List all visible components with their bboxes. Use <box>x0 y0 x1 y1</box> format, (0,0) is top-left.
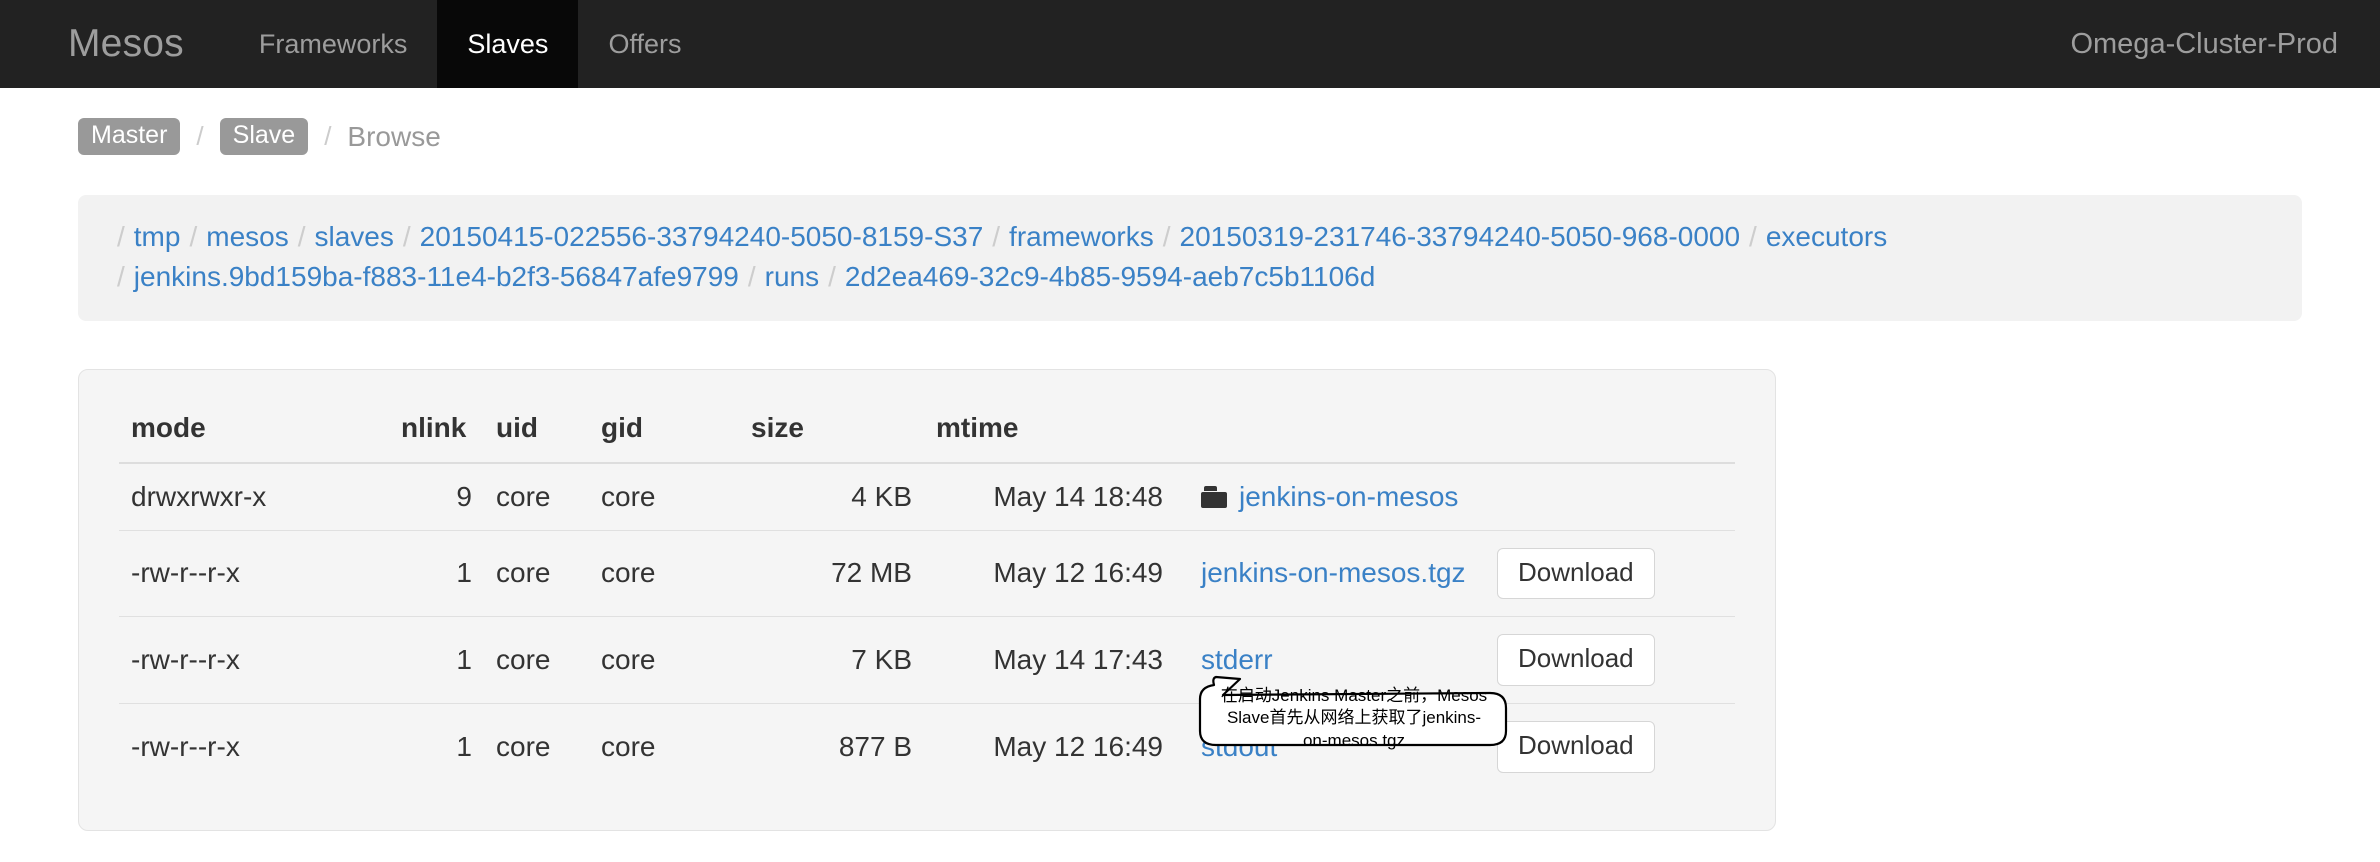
path-separator: / <box>394 221 420 252</box>
cell-action: Download <box>1485 704 1735 790</box>
column-header-mode: mode <box>119 396 389 463</box>
column-header-name <box>1189 396 1485 463</box>
folder-icon <box>1201 486 1227 508</box>
column-header-gid: gid <box>589 396 739 463</box>
path-link-executors[interactable]: executors <box>1766 221 1887 252</box>
cell-mtime: May 14 17:43 <box>924 617 1189 704</box>
nav-item-frameworks[interactable]: Frameworks <box>229 0 438 88</box>
table-row: drwxrwxr-x9corecore4 KBMay 14 18:48jenki… <box>119 463 1735 531</box>
cell-size: 7 KB <box>739 617 924 704</box>
download-button[interactable]: Download <box>1497 634 1655 686</box>
file-table-header-row: mode nlink uid gid size mtime <box>119 396 1735 463</box>
file-listing-card: mode nlink uid gid size mtime drwxrwxr-x… <box>78 369 1776 832</box>
column-header-mtime: mtime <box>924 396 1189 463</box>
cell-name: jenkins-on-mesos.tgz <box>1189 530 1485 617</box>
path-link-tmp[interactable]: tmp <box>134 221 181 252</box>
file-link[interactable]: jenkins-on-mesos.tgz <box>1201 557 1466 589</box>
annotation-tooltip: 在启动Jenkins Master之前，Mesos Slave首先从网络上获取了… <box>1196 675 1508 760</box>
cell-mode: drwxrwxr-x <box>119 463 389 531</box>
top-navbar: Mesos Frameworks Slaves Offers Omega-Clu… <box>0 0 2380 88</box>
cell-uid: core <box>484 530 589 617</box>
nav-items: Frameworks Slaves Offers <box>229 0 712 88</box>
path-separator: / <box>739 261 765 292</box>
breadcrumb: Master / Slave / Browse <box>78 88 2302 173</box>
brand-logo[interactable]: Mesos <box>0 0 229 88</box>
file-table-head: mode nlink uid gid size mtime <box>119 396 1735 463</box>
cell-nlink: 1 <box>389 530 484 617</box>
cell-nlink: 9 <box>389 463 484 531</box>
cell-action: Download <box>1485 617 1735 704</box>
file-link[interactable]: jenkins-on-mesos <box>1239 481 1458 513</box>
path-breadcrumb-box: /tmp/mesos/slaves/20150415-022556-337942… <box>78 195 2302 321</box>
file-name-wrapper: jenkins-on-mesos.tgz <box>1201 557 1473 589</box>
path-line-1: /tmp/mesos/slaves/20150415-022556-337942… <box>108 217 2272 257</box>
cell-mode: -rw-r--r-x <box>119 617 389 704</box>
cell-nlink: 1 <box>389 617 484 704</box>
path-separator: / <box>289 221 315 252</box>
table-row: -rw-r--r-x1corecore72 MBMay 12 16:49jenk… <box>119 530 1735 617</box>
file-name-wrapper: stderr <box>1201 644 1473 676</box>
cell-gid: core <box>589 463 739 531</box>
path-separator: / <box>1154 221 1180 252</box>
path-link-slave-id[interactable]: 20150415-022556-33794240-5050-8159-S37 <box>420 221 984 252</box>
cell-size: 72 MB <box>739 530 924 617</box>
path-separator: / <box>108 261 134 292</box>
path-link-run-id[interactable]: 2d2ea469-32c9-4b85-9594-aeb7c5b1106d <box>845 261 1375 292</box>
cell-size: 877 B <box>739 704 924 790</box>
path-link-mesos[interactable]: mesos <box>206 221 288 252</box>
cell-gid: core <box>589 530 739 617</box>
cell-gid: core <box>589 617 739 704</box>
cell-uid: core <box>484 617 589 704</box>
cell-uid: core <box>484 463 589 531</box>
breadcrumb-slave-badge[interactable]: Slave <box>220 118 309 155</box>
file-link[interactable]: stderr <box>1201 644 1273 676</box>
nav-item-slaves[interactable]: Slaves <box>437 0 578 88</box>
breadcrumb-master-badge[interactable]: Master <box>78 118 180 155</box>
cell-nlink: 1 <box>389 704 484 790</box>
breadcrumb-separator-2: / <box>308 121 347 152</box>
cell-mtime: May 14 18:48 <box>924 463 1189 531</box>
cell-name: jenkins-on-mesos <box>1189 463 1485 531</box>
file-name-wrapper: jenkins-on-mesos <box>1201 481 1473 513</box>
cluster-name: Omega-Cluster-Prod <box>2070 0 2380 88</box>
path-line-2: /jenkins.9bd159ba-f883-11e4-b2f3-56847af… <box>108 257 2272 297</box>
column-header-action <box>1485 396 1735 463</box>
cell-gid: core <box>589 704 739 790</box>
cell-mode: -rw-r--r-x <box>119 530 389 617</box>
cell-uid: core <box>484 704 589 790</box>
cell-action: Download <box>1485 530 1735 617</box>
download-button[interactable]: Download <box>1497 721 1655 773</box>
column-header-size: size <box>739 396 924 463</box>
download-button[interactable]: Download <box>1497 548 1655 600</box>
path-link-framework-id[interactable]: 20150319-231746-33794240-5050-968-0000 <box>1180 221 1741 252</box>
cell-size: 4 KB <box>739 463 924 531</box>
breadcrumb-separator-1: / <box>180 121 219 152</box>
cell-mtime: May 12 16:49 <box>924 530 1189 617</box>
path-separator: / <box>983 221 1009 252</box>
breadcrumb-current: Browse <box>347 121 440 153</box>
path-separator: / <box>819 261 845 292</box>
column-header-uid: uid <box>484 396 589 463</box>
column-header-nlink: nlink <box>389 396 484 463</box>
path-separator: / <box>1740 221 1766 252</box>
path-link-executor-id[interactable]: jenkins.9bd159ba-f883-11e4-b2f3-56847afe… <box>134 261 739 292</box>
cell-mode: -rw-r--r-x <box>119 704 389 790</box>
cell-mtime: May 12 16:49 <box>924 704 1189 790</box>
cell-action <box>1485 463 1735 531</box>
page-content: Master / Slave / Browse /tmp/mesos/slave… <box>0 88 2380 831</box>
nav-item-offers[interactable]: Offers <box>578 0 711 88</box>
path-separator: / <box>108 221 134 252</box>
path-link-slaves[interactable]: slaves <box>315 221 394 252</box>
path-separator: / <box>180 221 206 252</box>
tooltip-text: 在启动Jenkins Master之前，Mesos Slave首先从网络上获取了… <box>1196 675 1508 760</box>
path-link-runs[interactable]: runs <box>765 261 819 292</box>
path-link-frameworks[interactable]: frameworks <box>1009 221 1154 252</box>
